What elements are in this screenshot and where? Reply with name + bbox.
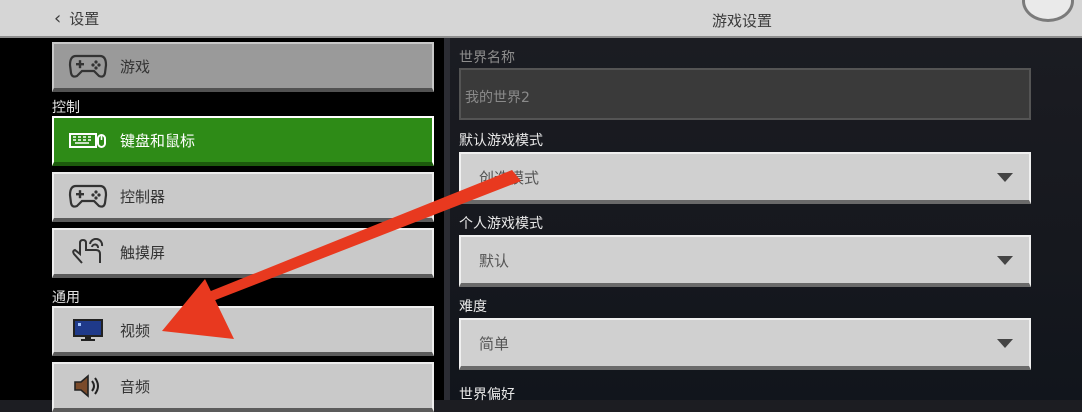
dropdown-value: 创造模式 bbox=[479, 168, 540, 187]
default-game-mode-label: 默认游戏模式 bbox=[459, 133, 543, 149]
monitor-icon bbox=[64, 315, 112, 345]
title-bar: ‹ 设置 游戏设置 bbox=[0, 0, 1082, 38]
default-game-mode-dropdown[interactable]: 创造模式 bbox=[459, 152, 1031, 204]
touch-icon bbox=[64, 237, 112, 267]
speaker-icon bbox=[64, 371, 112, 401]
sidebar-item-controller[interactable]: 控制器 bbox=[52, 172, 434, 222]
gamepad-icon bbox=[64, 51, 112, 81]
world-preferences-label: 世界偏好 bbox=[459, 387, 515, 403]
chevron-down-icon bbox=[997, 172, 1013, 182]
page-title: 游戏设置 bbox=[711, 12, 772, 30]
sidebar-item-label: 游戏 bbox=[120, 57, 151, 76]
personal-game-mode-label: 个人游戏模式 bbox=[459, 216, 543, 232]
difficulty-label: 难度 bbox=[459, 299, 487, 315]
sidebar-item-game[interactable]: 游戏 bbox=[52, 42, 434, 92]
chevron-down-icon bbox=[997, 338, 1013, 348]
sidebar-item-keyboard-mouse[interactable]: 键盘和鼠标 bbox=[52, 116, 434, 166]
sidebar-item-label: 键盘和鼠标 bbox=[120, 131, 196, 150]
dropdown-value: 简单 bbox=[479, 334, 510, 353]
dropdown-value: 默认 bbox=[479, 251, 510, 270]
sidebar-item-label: 控制器 bbox=[120, 187, 166, 206]
section-heading-controls: 控制 bbox=[52, 100, 80, 116]
difficulty-dropdown[interactable]: 简单 bbox=[459, 318, 1031, 370]
section-heading-general: 通用 bbox=[52, 290, 80, 306]
sidebar-item-video[interactable]: 视频 bbox=[52, 306, 434, 356]
world-name-input[interactable]: 我的世界2 bbox=[459, 68, 1031, 120]
sidebar-item-audio[interactable]: 音频 bbox=[52, 362, 434, 412]
keyboard-mouse-icon bbox=[64, 125, 112, 155]
gamepad-icon bbox=[64, 181, 112, 211]
sidebar-item-label: 音频 bbox=[120, 377, 151, 396]
sidebar-item-label: 触摸屏 bbox=[120, 243, 166, 262]
personal-game-mode-dropdown[interactable]: 默认 bbox=[459, 235, 1031, 287]
sidebar-item-touchscreen[interactable]: 触摸屏 bbox=[52, 228, 434, 278]
sidebar-item-label: 视频 bbox=[120, 321, 151, 340]
chevron-down-icon bbox=[997, 255, 1013, 265]
world-name-label: 世界名称 bbox=[459, 50, 515, 66]
